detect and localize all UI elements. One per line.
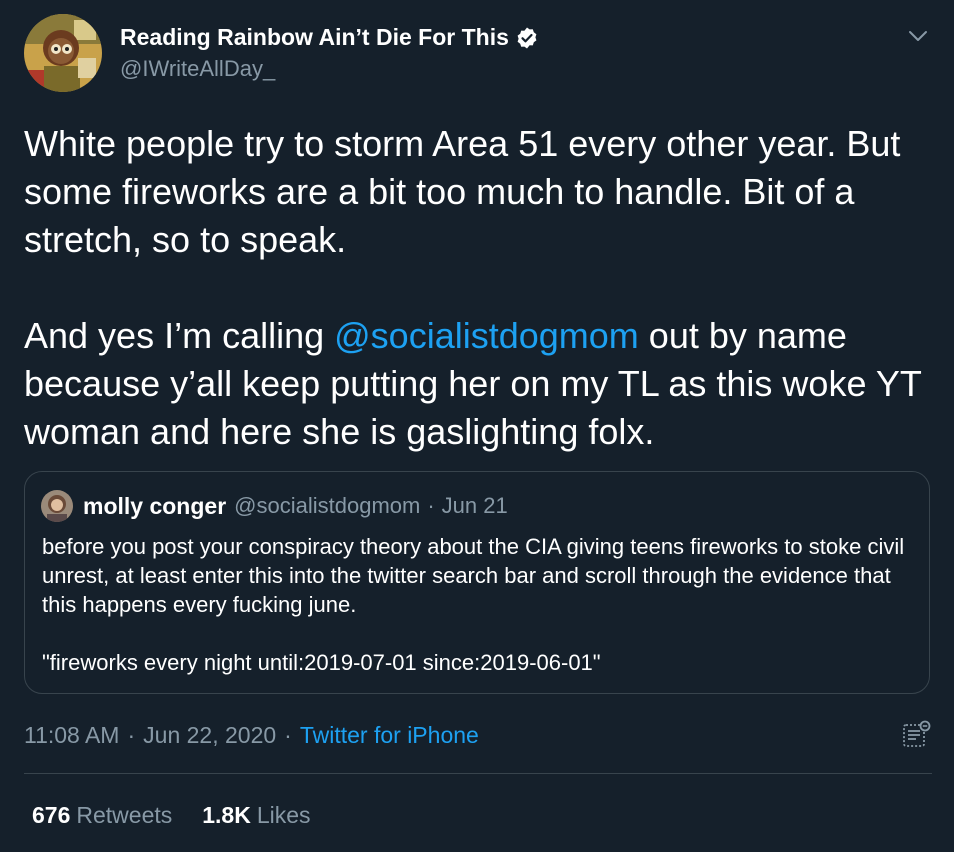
- likes-label: Likes: [256, 802, 311, 828]
- quoted-paragraph: before you post your conspiracy theory a…: [42, 534, 905, 617]
- quoted-tweet-header: molly conger @socialistdogmom · Jun 21: [41, 490, 508, 522]
- author-display-name[interactable]: Reading Rainbow Ain’t Die For This: [120, 24, 509, 51]
- likes-stat[interactable]: 1.8K Likes: [202, 802, 310, 829]
- tweet-card: Reading Rainbow Ain’t Die For This @IWri…: [0, 0, 954, 852]
- quoted-author-name: molly conger: [83, 492, 227, 519]
- quoted-tweet-date: Jun 21: [441, 493, 508, 518]
- mention-link[interactable]: @socialistdogmom: [334, 315, 639, 356]
- chevron-down-icon[interactable]: [906, 26, 930, 46]
- retweets-count: 676: [32, 802, 71, 828]
- quoted-author-handle: @socialistdogmom: [234, 493, 421, 518]
- tweet-paragraph: And yes I’m calling @socialistdogmom out…: [24, 312, 936, 456]
- tweet-paragraph: White people try to storm Area 51 every …: [24, 123, 901, 260]
- tweet-text: White people try to storm Area 51 every …: [24, 120, 936, 456]
- separator-dot: ·: [284, 722, 292, 748]
- quoted-author-avatar: [41, 490, 73, 522]
- likes-count: 1.8K: [202, 802, 251, 828]
- tweet-source-link[interactable]: Twitter for iPhone: [300, 722, 479, 748]
- quoted-tweet[interactable]: molly conger @socialistdogmom · Jun 21 b…: [24, 471, 930, 694]
- quoted-tweet-text: before you post your conspiracy theory a…: [42, 532, 922, 677]
- quoted-paragraph: "fireworks every night until:2019-07-01 …: [42, 650, 601, 675]
- retweets-label: Retweets: [76, 802, 173, 828]
- tweet-stats: 676 Retweets 1.8K Likes: [32, 802, 311, 829]
- tweet-text-segment: And yes I’m calling: [24, 315, 335, 356]
- cartoon-avatar-icon: [24, 14, 102, 92]
- verified-badge-icon: [517, 27, 537, 48]
- separator-dot: ·: [427, 493, 435, 518]
- retweets-stat[interactable]: 676 Retweets: [32, 802, 172, 829]
- person-avatar-icon: [41, 490, 73, 522]
- analytics-icon[interactable]: [902, 720, 932, 750]
- tweet-time[interactable]: 11:08 AM: [24, 722, 119, 748]
- separator-dot: ·: [127, 722, 136, 748]
- tweet-meta: 11:08 AM · Jun 22, 2020 · Twitter for iPhone: [24, 722, 479, 749]
- author-name-row[interactable]: Reading Rainbow Ain’t Die For This: [120, 24, 539, 51]
- author-handle[interactable]: @IWriteAllDay_: [120, 56, 275, 82]
- author-avatar[interactable]: [24, 14, 102, 92]
- divider: [24, 773, 932, 774]
- tweet-date[interactable]: Jun 22, 2020: [143, 722, 276, 748]
